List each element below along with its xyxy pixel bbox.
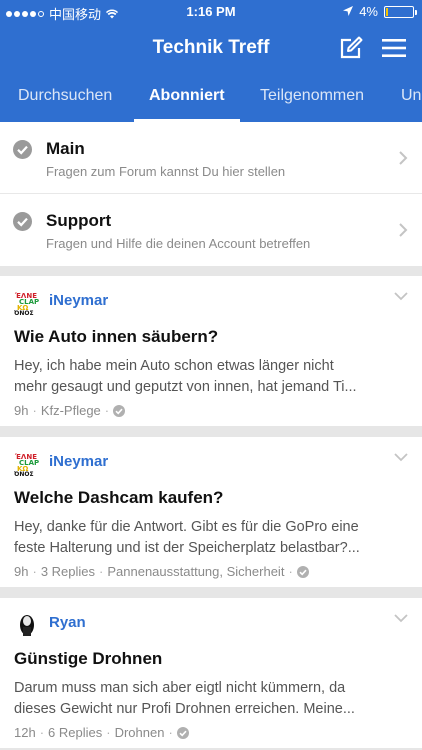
- excerpt-line: Darum muss man sich aber eigtl nicht küm…: [14, 680, 346, 696]
- tab-teilgenommen[interactable]: Teilgenommen: [260, 74, 364, 122]
- forum-description: Fragen zum Forum kannst Du hier stellen: [46, 164, 286, 179]
- tab-abonniert[interactable]: Abonniert: [134, 74, 240, 122]
- post-meta: 12h · 6 Replies · Drohnen ·: [14, 725, 189, 740]
- excerpt-line: Hey, ich habe mein Auto schon etwas läng…: [14, 358, 334, 374]
- post-author[interactable]: iNeymar: [49, 292, 108, 309]
- tab-bar: Durchsuchen Abonniert Teilgenommen Un: [0, 74, 422, 122]
- svg-text:ΌΝΟΣ: ΌΝΟΣ: [14, 471, 34, 477]
- post-replies: 3 Replies: [40, 564, 96, 579]
- title-bar: Technik Treff: [0, 26, 422, 70]
- post-excerpt: Hey, danke für die Antwort. Gibt es für …: [14, 517, 410, 559]
- post-title: Welche Dashcam kaufen?: [14, 488, 224, 507]
- compose-icon[interactable]: [338, 35, 364, 61]
- chevron-down-icon[interactable]: [394, 453, 408, 462]
- forum-name: Main: [46, 139, 85, 158]
- chevron-right-icon: [399, 223, 408, 237]
- forum-item-support[interactable]: Support Fragen und Hilfe die deinen Acco…: [0, 194, 422, 266]
- topic-card[interactable]: ΈΛΝΕ CLAP ΚΩ ΌΝΟΣ iNeymar Wie Auto innen…: [0, 276, 422, 426]
- post-tags: Kfz-Pflege: [40, 403, 101, 418]
- subscribed-forums: Main Fragen zum Forum kannst Du hier ste…: [0, 122, 422, 266]
- excerpt-line: Hey, danke für die Antwort. Gibt es für …: [14, 519, 359, 535]
- post-author[interactable]: Ryan: [49, 614, 86, 631]
- post-tags: Pannenausstattung, Sicherheit: [107, 564, 285, 579]
- tab-partial[interactable]: Un: [401, 74, 421, 122]
- hamburger-menu-icon[interactable]: [382, 37, 406, 59]
- topic-card[interactable]: ΈΛΝΕ CLAP ΚΩ ΌΝΟΣ iNeymar Welche Dashcam…: [0, 437, 422, 587]
- post-title: Günstige Drohnen: [14, 649, 163, 668]
- status-bar: 中国移动 1:16 PM 4%: [0, 0, 422, 24]
- post-meta: 9h · 3 Replies · Pannenausstattung, Sich…: [14, 564, 309, 579]
- check-icon: [176, 726, 189, 739]
- post-tags: Drohnen: [114, 725, 165, 740]
- avatar: [14, 612, 40, 638]
- battery-percent: 4%: [359, 4, 378, 19]
- check-icon: [13, 140, 32, 159]
- check-icon: [296, 565, 309, 578]
- excerpt-line: feste Halterung und ist der Speicherplat…: [14, 540, 360, 556]
- post-excerpt: Hey, ich habe mein Auto schon etwas läng…: [14, 356, 410, 398]
- excerpt-line: dieses Gewicht nur Profi Drohnen erreich…: [14, 701, 355, 717]
- topic-card[interactable]: Ryan Günstige Drohnen Darum muss man sic…: [0, 598, 422, 748]
- post-time: 9h: [14, 564, 29, 579]
- post-meta: 9h · Kfz-Pflege ·: [14, 403, 126, 418]
- post-author[interactable]: iNeymar: [49, 453, 108, 470]
- location-arrow-icon: [343, 6, 354, 16]
- forum-item-main[interactable]: Main Fragen zum Forum kannst Du hier ste…: [0, 122, 422, 194]
- chevron-down-icon[interactable]: [394, 292, 408, 301]
- avatar: ΈΛΝΕ CLAP ΚΩ ΌΝΟΣ: [14, 290, 40, 316]
- tab-durchsuchen[interactable]: Durchsuchen: [18, 74, 112, 122]
- app-header: 中国移动 1:16 PM 4% Technik Treff Durchsuche…: [0, 0, 422, 122]
- post-time: 9h: [14, 403, 29, 418]
- battery-icon: [384, 5, 417, 18]
- excerpt-line: mehr gesaugt und geputzt von innen, hat …: [14, 379, 357, 395]
- post-replies: 6 Replies: [48, 725, 103, 740]
- battery-fill: [386, 7, 388, 16]
- chevron-right-icon: [399, 151, 408, 165]
- check-icon: [13, 212, 32, 231]
- check-icon: [113, 404, 126, 417]
- status-right: 4%: [343, 4, 417, 19]
- post-title: Wie Auto innen säubern?: [14, 327, 219, 346]
- forum-name: Support: [46, 211, 112, 230]
- post-time: 12h: [14, 725, 36, 740]
- svg-text:ΌΝΟΣ: ΌΝΟΣ: [14, 310, 34, 316]
- chevron-down-icon[interactable]: [394, 614, 408, 623]
- post-excerpt: Darum muss man sich aber eigtl nicht küm…: [14, 678, 410, 720]
- avatar: ΈΛΝΕ CLAP ΚΩ ΌΝΟΣ: [14, 451, 40, 477]
- forum-description: Fragen und Hilfe die deinen Account betr…: [46, 236, 311, 251]
